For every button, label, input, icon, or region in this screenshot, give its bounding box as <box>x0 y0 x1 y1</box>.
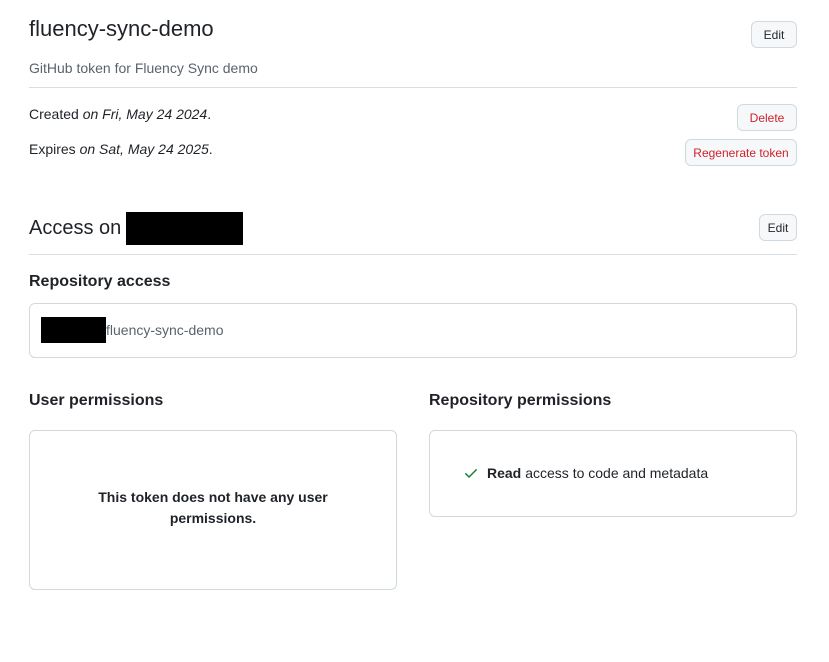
repository-access-box: fluency-sync-demo <box>29 303 797 358</box>
access-section-title: Access on <box>29 212 244 245</box>
user-permissions-heading: User permissions <box>29 392 164 409</box>
expires-label: Expires <box>29 141 76 157</box>
token-description: GitHub token for Fluency Sync demo <box>29 60 258 76</box>
user-permissions-empty-message: This token does not have any user permis… <box>98 489 328 526</box>
repository-name: fluency-sync-demo <box>106 322 224 338</box>
token-name-title: fluency-sync-demo <box>29 16 214 41</box>
delete-token-button[interactable]: Delete <box>737 104 797 131</box>
regenerate-token-button[interactable]: Regenerate token <box>685 139 797 166</box>
check-icon <box>465 469 477 478</box>
created-info: Created on Fri, May 24 2024. <box>29 106 212 122</box>
repository-permissions-heading: Repository permissions <box>429 392 612 409</box>
created-date: on Fri, May 24 2024 <box>82 106 208 122</box>
redacted-repo-owner <box>41 317 106 343</box>
divider <box>29 87 797 88</box>
permission-description: access to code and metadata <box>525 465 709 481</box>
redacted-owner <box>126 212 244 245</box>
access-title-label: Access on <box>29 217 122 239</box>
repository-item: fluency-sync-demo <box>41 317 224 343</box>
expires-info: Expires on Sat, May 24 2025. <box>29 141 213 157</box>
expires-date: on Sat, May 24 2025 <box>79 141 209 157</box>
repository-permissions-box: Read access to code and metadata <box>429 430 797 517</box>
created-label: Created <box>29 106 79 122</box>
user-permissions-box: This token does not have any user permis… <box>29 430 397 590</box>
divider <box>29 254 797 255</box>
edit-token-button[interactable]: Edit <box>751 21 797 48</box>
permission-item: Read access to code and metadata <box>463 465 708 481</box>
repository-access-heading: Repository access <box>29 273 171 290</box>
permission-level: Read <box>487 465 522 481</box>
edit-access-button[interactable]: Edit <box>759 214 797 241</box>
